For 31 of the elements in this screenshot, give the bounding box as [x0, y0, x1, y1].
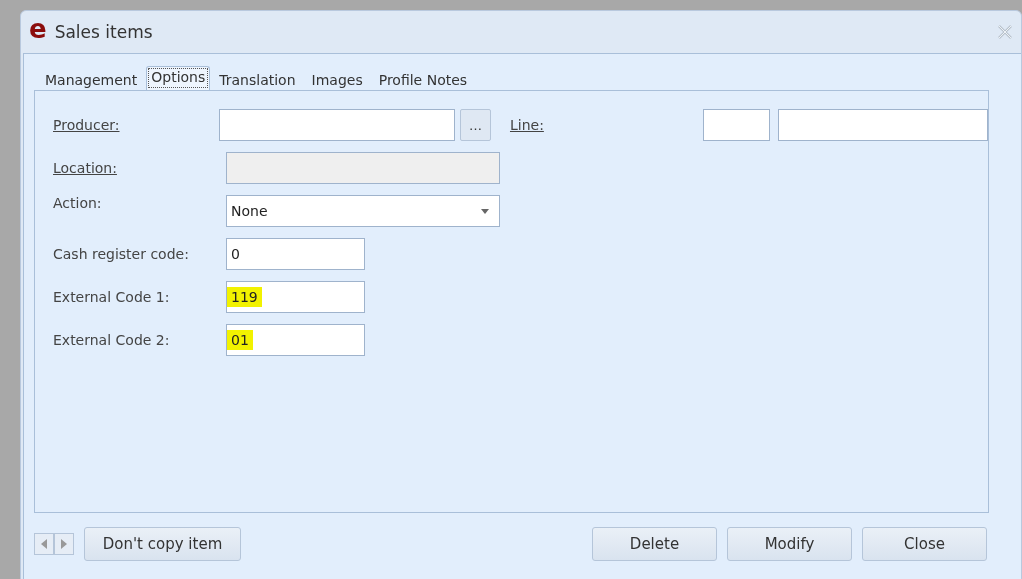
tab[interactable]: Management: [38, 68, 145, 90]
tab[interactable]: Profile Notes: [371, 68, 475, 90]
field-label: External Code 2:: [53, 332, 171, 348]
left-arrow-icon: [41, 539, 47, 549]
caret-icon: [481, 208, 489, 214]
text-field[interactable]: 01: [226, 324, 365, 356]
action-button[interactable]: Close: [862, 527, 987, 561]
action-button[interactable]: Modify: [727, 527, 852, 561]
field-label: External Code 1:: [53, 289, 171, 305]
text-field[interactable]: [703, 109, 770, 141]
app-logo: e: [29, 16, 47, 42]
right-arrow-icon: [61, 539, 67, 549]
field-link[interactable]: Producer:: [53, 117, 220, 133]
text-field[interactable]: 119: [226, 281, 365, 313]
tab[interactable]: Translation: [212, 68, 303, 90]
copy-button[interactable]: Don't copy item: [84, 527, 241, 561]
text-field[interactable]: 0: [226, 238, 365, 270]
dropdown[interactable]: None: [226, 195, 500, 227]
previous-button[interactable]: [34, 533, 54, 555]
field-label: Action:: [53, 195, 103, 211]
window-title: Sales items: [54, 22, 154, 42]
close-icon[interactable]: [997, 25, 1013, 39]
tab[interactable]: Options: [146, 66, 211, 90]
field-label: Cash register code:: [53, 246, 190, 262]
browse-button[interactable]: …: [460, 109, 491, 141]
field-link[interactable]: Line:: [509, 117, 703, 133]
next-button[interactable]: [54, 533, 74, 555]
action-button[interactable]: Delete: [592, 527, 717, 561]
text-field[interactable]: [778, 109, 988, 141]
text-field[interactable]: [219, 109, 456, 141]
tab[interactable]: Images: [304, 68, 370, 90]
